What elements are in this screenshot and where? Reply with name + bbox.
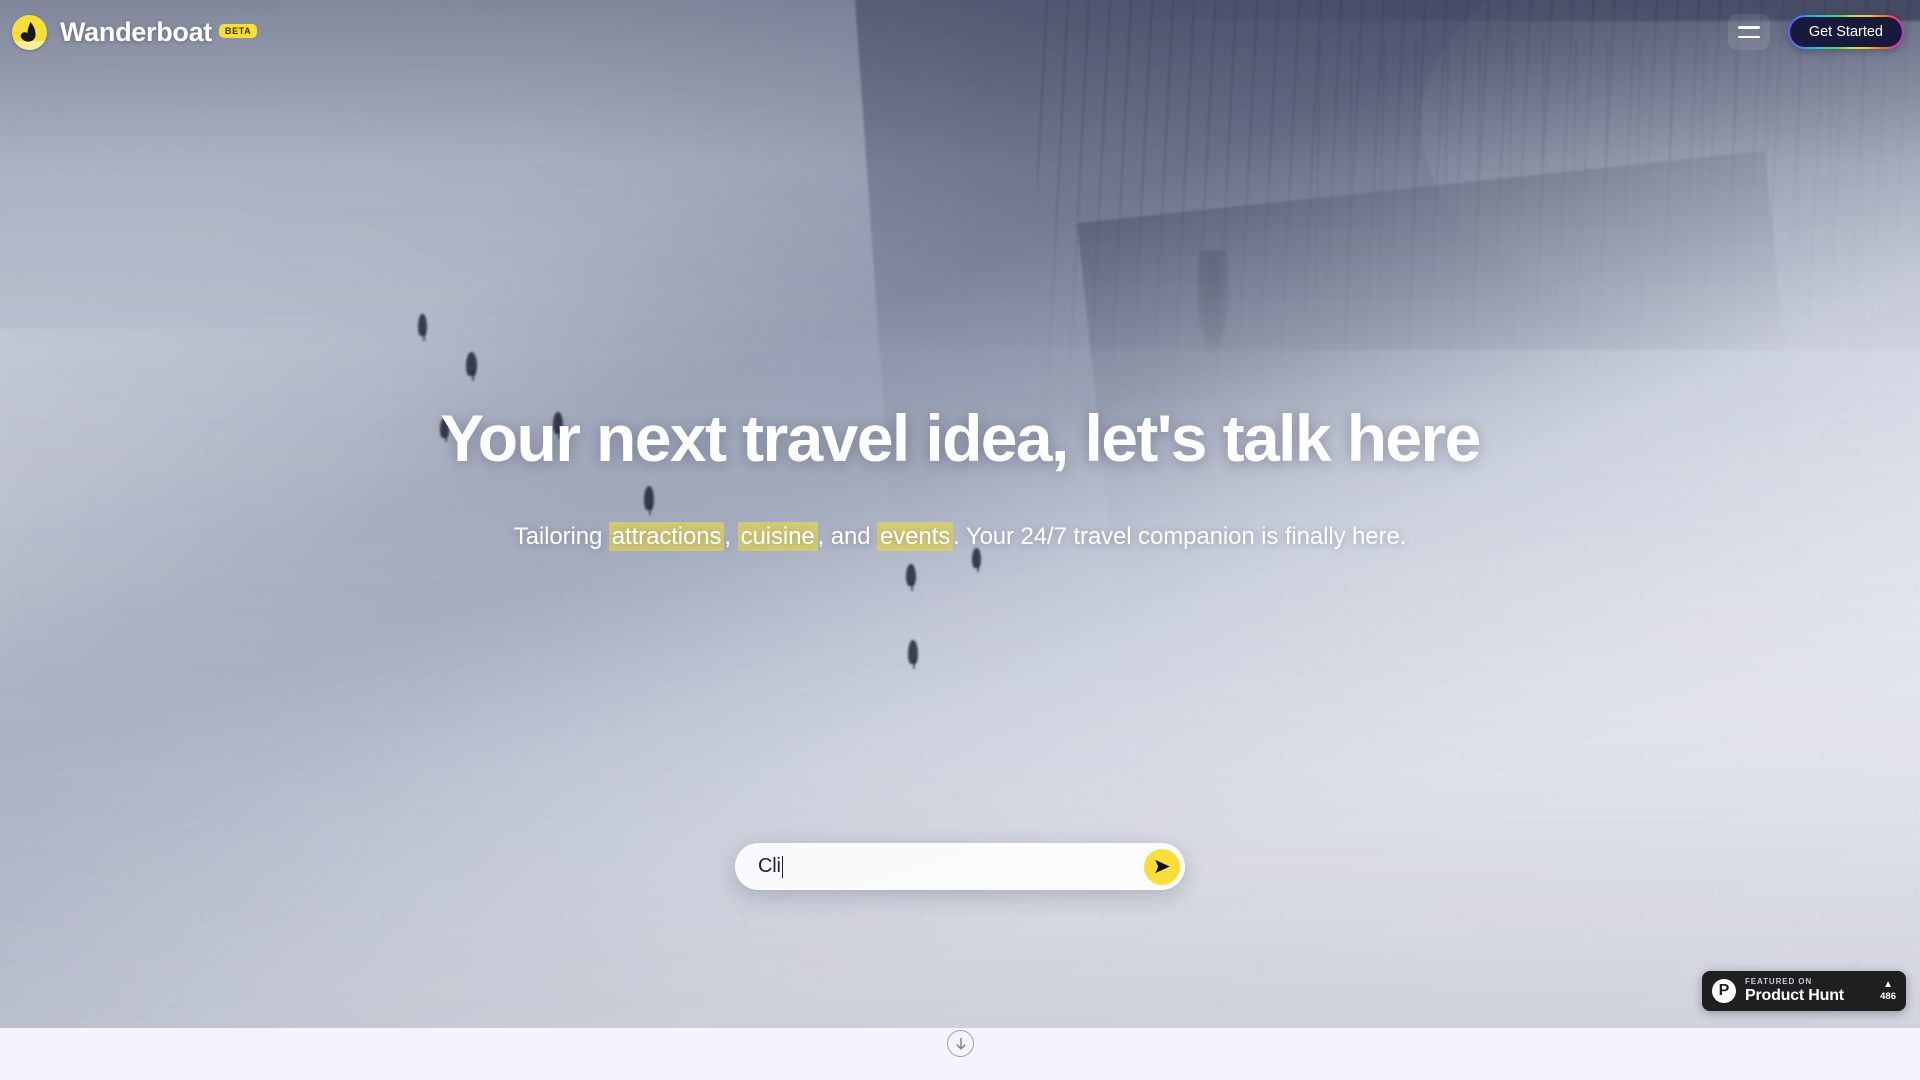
brand-name-label: Wanderboat [60, 16, 212, 47]
upvote-triangle-icon: ▲ [1883, 979, 1894, 990]
get-started-label: Get Started [1789, 17, 1902, 47]
product-hunt-kicker: FEATURED ON [1745, 977, 1813, 986]
product-hunt-title: Product Hunt [1745, 987, 1844, 1004]
wanderboat-leaf-logo-icon [12, 14, 47, 50]
hamburger-menu-icon[interactable] [1727, 14, 1770, 50]
search-input[interactable]: Cli [758, 855, 1144, 878]
product-hunt-p-icon: P [1712, 979, 1736, 1003]
send-arrow-icon [1154, 859, 1170, 874]
search-input-value: Cli [758, 855, 781, 877]
upvote-count: 486 [1880, 991, 1896, 1002]
send-button[interactable] [1144, 848, 1180, 885]
navbar-right-group: Get Started [1727, 14, 1904, 50]
product-hunt-badge[interactable]: P FEATURED ON Product Hunt ▲ 486 [1702, 971, 1906, 1011]
hamburger-line [1737, 35, 1760, 38]
search-bar[interactable]: Cli [735, 843, 1185, 890]
scroll-down-button[interactable] [947, 1030, 974, 1057]
text-caret [781, 855, 784, 878]
product-hunt-text: FEATURED ON Product Hunt [1745, 978, 1871, 1004]
navbar: Wanderboat BETA Get Started [0, 0, 1920, 64]
scroll-down-arrow-icon [955, 1037, 966, 1050]
leaf-glyph [20, 21, 36, 42]
beta-badge: BETA [219, 23, 258, 38]
landing-page: Wanderboat BETA Get Started Your next tra… [0, 0, 1920, 1080]
hamburger-line [1737, 26, 1760, 29]
brand-logo[interactable]: Wanderboat BETA [12, 14, 258, 50]
brand-name-text: Wanderboat BETA [60, 16, 258, 48]
product-hunt-upvotes[interactable]: ▲ 486 [1880, 979, 1896, 1003]
get-started-button[interactable]: Get Started [1787, 15, 1904, 49]
